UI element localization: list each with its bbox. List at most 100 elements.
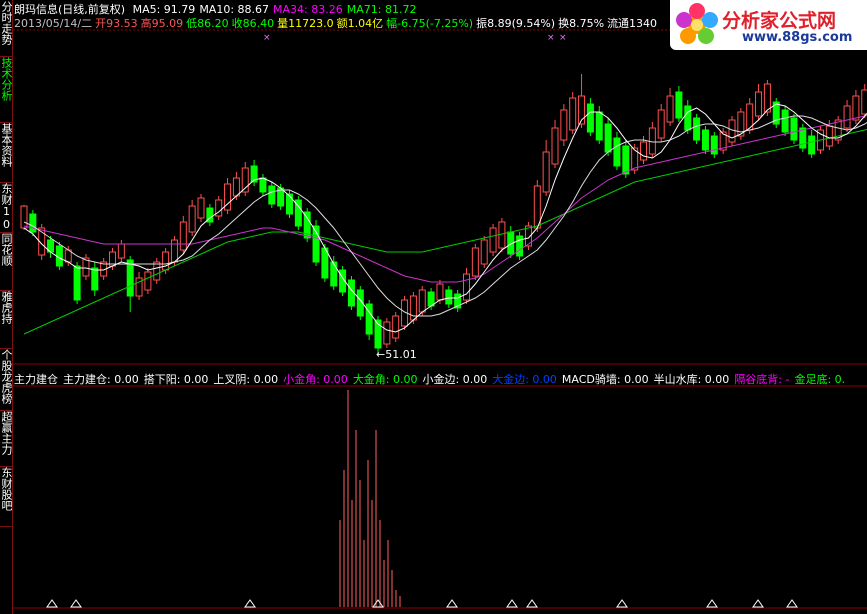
- candle-body: [162, 251, 170, 271]
- candle-body: [755, 91, 763, 117]
- signal-triangle: [244, 599, 256, 608]
- candle-body: [693, 117, 701, 141]
- indicator-item-3: 上叉阴: 0.00: [213, 373, 279, 386]
- candle-body: [91, 267, 99, 291]
- side-tab-0[interactable]: 分时走势: [0, 0, 12, 57]
- candle-body: [20, 205, 28, 229]
- candle-body: [117, 243, 125, 259]
- candle-body: [268, 185, 276, 205]
- indicator-item-5: 大金角: 0.00: [352, 373, 418, 386]
- price-chart[interactable]: × × ×: [13, 0, 867, 614]
- candlestick-series: [20, 74, 867, 354]
- signal-triangle: [446, 599, 458, 608]
- candle-body: [436, 283, 444, 301]
- quote-field-5: 量11723.0: [277, 17, 334, 30]
- side-tab-bar: 分时走势技术分析基本资料东财10同花顺10雅虎持10个股龙虎榜超赢主力东财股吧: [0, 0, 13, 614]
- candle-body: [179, 221, 187, 251]
- flower-icon: [676, 3, 718, 44]
- indicator-item-1: 主力建仓: 0.00: [63, 373, 139, 386]
- candle-body: [666, 95, 674, 123]
- candle-body: [144, 271, 152, 291]
- candle-body: [763, 83, 771, 113]
- candle-body: [604, 123, 612, 153]
- candle-body: [622, 145, 630, 175]
- signal-triangle: [506, 599, 518, 608]
- signal-triangle: [46, 599, 58, 608]
- chart-header-quote: 2013/05/14/二 开93.53 高95.09 低86.20 收86.40 量117…: [14, 15, 660, 31]
- logo-url: www.88gs.com: [742, 30, 853, 45]
- candle-body: [29, 213, 37, 233]
- candle-body: [427, 291, 435, 307]
- indicator-item-4: 小金角: 0.00: [283, 373, 348, 386]
- candle-body: [392, 315, 400, 339]
- signal-triangle: [372, 599, 384, 608]
- candle-body: [170, 239, 178, 263]
- candle-body: [613, 137, 621, 167]
- candle-body: [232, 177, 240, 197]
- candle-body: [657, 109, 665, 139]
- signal-triangle: [786, 599, 798, 608]
- signal-marker: ×: [559, 33, 567, 43]
- side-tab-8[interactable]: 东财股吧: [0, 466, 12, 527]
- candle-body: [781, 109, 789, 133]
- signal-triangle: [706, 599, 718, 608]
- logo-text: 分析家公式网: [722, 10, 837, 32]
- candle-body: [259, 177, 267, 193]
- indicator-item-0: 主力建仓: [14, 373, 58, 386]
- side-tab-7[interactable]: 超赢主力: [0, 410, 12, 467]
- candle-body: [852, 95, 860, 121]
- indicator-item-10: 隔谷底背: -: [734, 373, 790, 386]
- side-tab-2[interactable]: 基本资料: [0, 122, 12, 183]
- indicator-item-9: 半山水库: 0.00: [653, 373, 730, 386]
- candle-body: [383, 321, 391, 345]
- signal-triangle: [752, 599, 764, 608]
- site-logo: 分析家公式网 www.88gs.com: [670, 0, 867, 50]
- candle-body: [701, 129, 709, 151]
- quote-field-9: 换8.75%: [558, 17, 605, 30]
- candle-body: [675, 91, 683, 119]
- indicator-legend: 主力建仓 主力建仓: 0.00 搭下阳: 0.00 上叉阴: 0.00 小金角: 0.0…: [14, 371, 850, 387]
- candle-body: [445, 289, 453, 305]
- quote-field-6: 额1.04亿: [336, 17, 384, 30]
- quote-field-8: 振8.89(9.54%): [476, 17, 556, 30]
- candle-body: [418, 289, 426, 313]
- side-tab-5[interactable]: 雅虎持10: [0, 290, 12, 349]
- side-tab-1[interactable]: 技术分析: [0, 56, 12, 123]
- candle-body: [595, 111, 603, 141]
- indicator-item-2: 搭下阳: 0.00: [143, 373, 209, 386]
- candle-body: [808, 135, 816, 155]
- side-tab-4[interactable]: 同花顺10: [0, 232, 12, 291]
- candle-body: [790, 117, 798, 141]
- candle-body: [463, 273, 470, 301]
- candle-body: [799, 127, 807, 149]
- quote-field-7: 幅-6.75(-7.25%): [386, 17, 474, 30]
- indicator-item-6: 小金边: 0.00: [422, 373, 488, 386]
- candle-body: [188, 205, 196, 233]
- quote-field-1: 开93.53: [95, 17, 138, 30]
- candle-body: [480, 239, 488, 265]
- candle-body: [126, 259, 134, 297]
- candle-body: [648, 127, 656, 155]
- side-tab-3[interactable]: 东财10: [0, 182, 12, 233]
- candle-body: [710, 135, 718, 155]
- candle-body: [153, 261, 161, 281]
- indicator-item-11: 金足底: 0.: [794, 373, 846, 386]
- candle-body: [586, 103, 594, 133]
- indicator-item-8: MACD骑墙: 0.00: [561, 373, 649, 386]
- candle-body: [542, 151, 550, 193]
- signal-marker: ×: [547, 33, 555, 43]
- candle-body: [73, 265, 81, 301]
- signal-triangle: [526, 599, 538, 608]
- candle-body: [286, 193, 293, 215]
- candle-body: [728, 119, 736, 143]
- side-tab-6[interactable]: 个股龙虎榜: [0, 348, 12, 411]
- candle-body: [516, 235, 524, 257]
- candle-body: [843, 105, 851, 129]
- candle-body: [861, 89, 867, 115]
- candle-body: [551, 127, 559, 165]
- candle-body: [684, 105, 692, 131]
- candle-body: [197, 197, 205, 219]
- candle-body: [471, 247, 479, 277]
- candle-body: [489, 227, 497, 253]
- signal-triangle: [70, 599, 82, 608]
